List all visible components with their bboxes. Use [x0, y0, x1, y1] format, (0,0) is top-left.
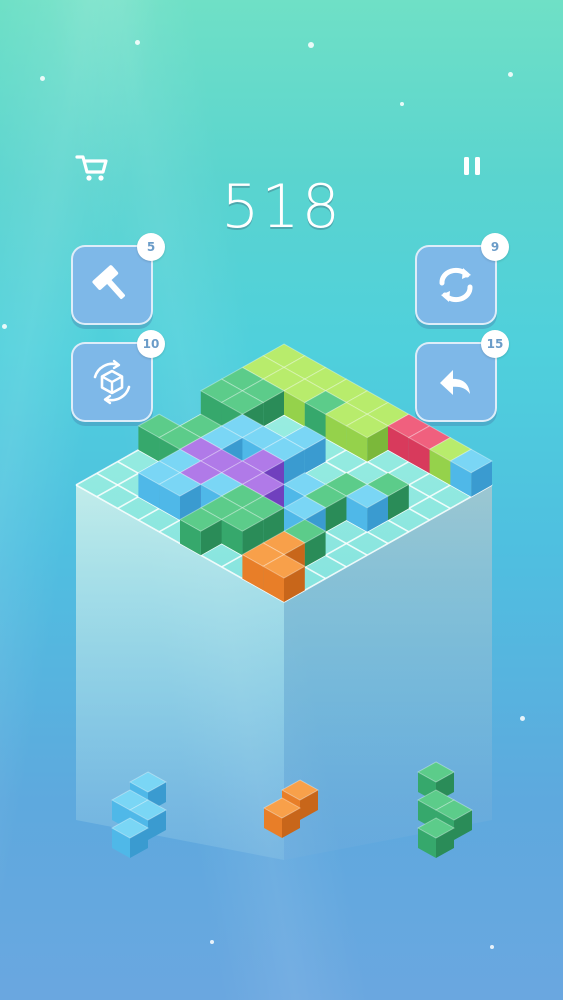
piece-tray: [110, 761, 474, 858]
piece-left[interactable]: [110, 771, 168, 858]
piece-right[interactable]: [416, 761, 474, 858]
piece-middle[interactable]: [262, 779, 320, 838]
